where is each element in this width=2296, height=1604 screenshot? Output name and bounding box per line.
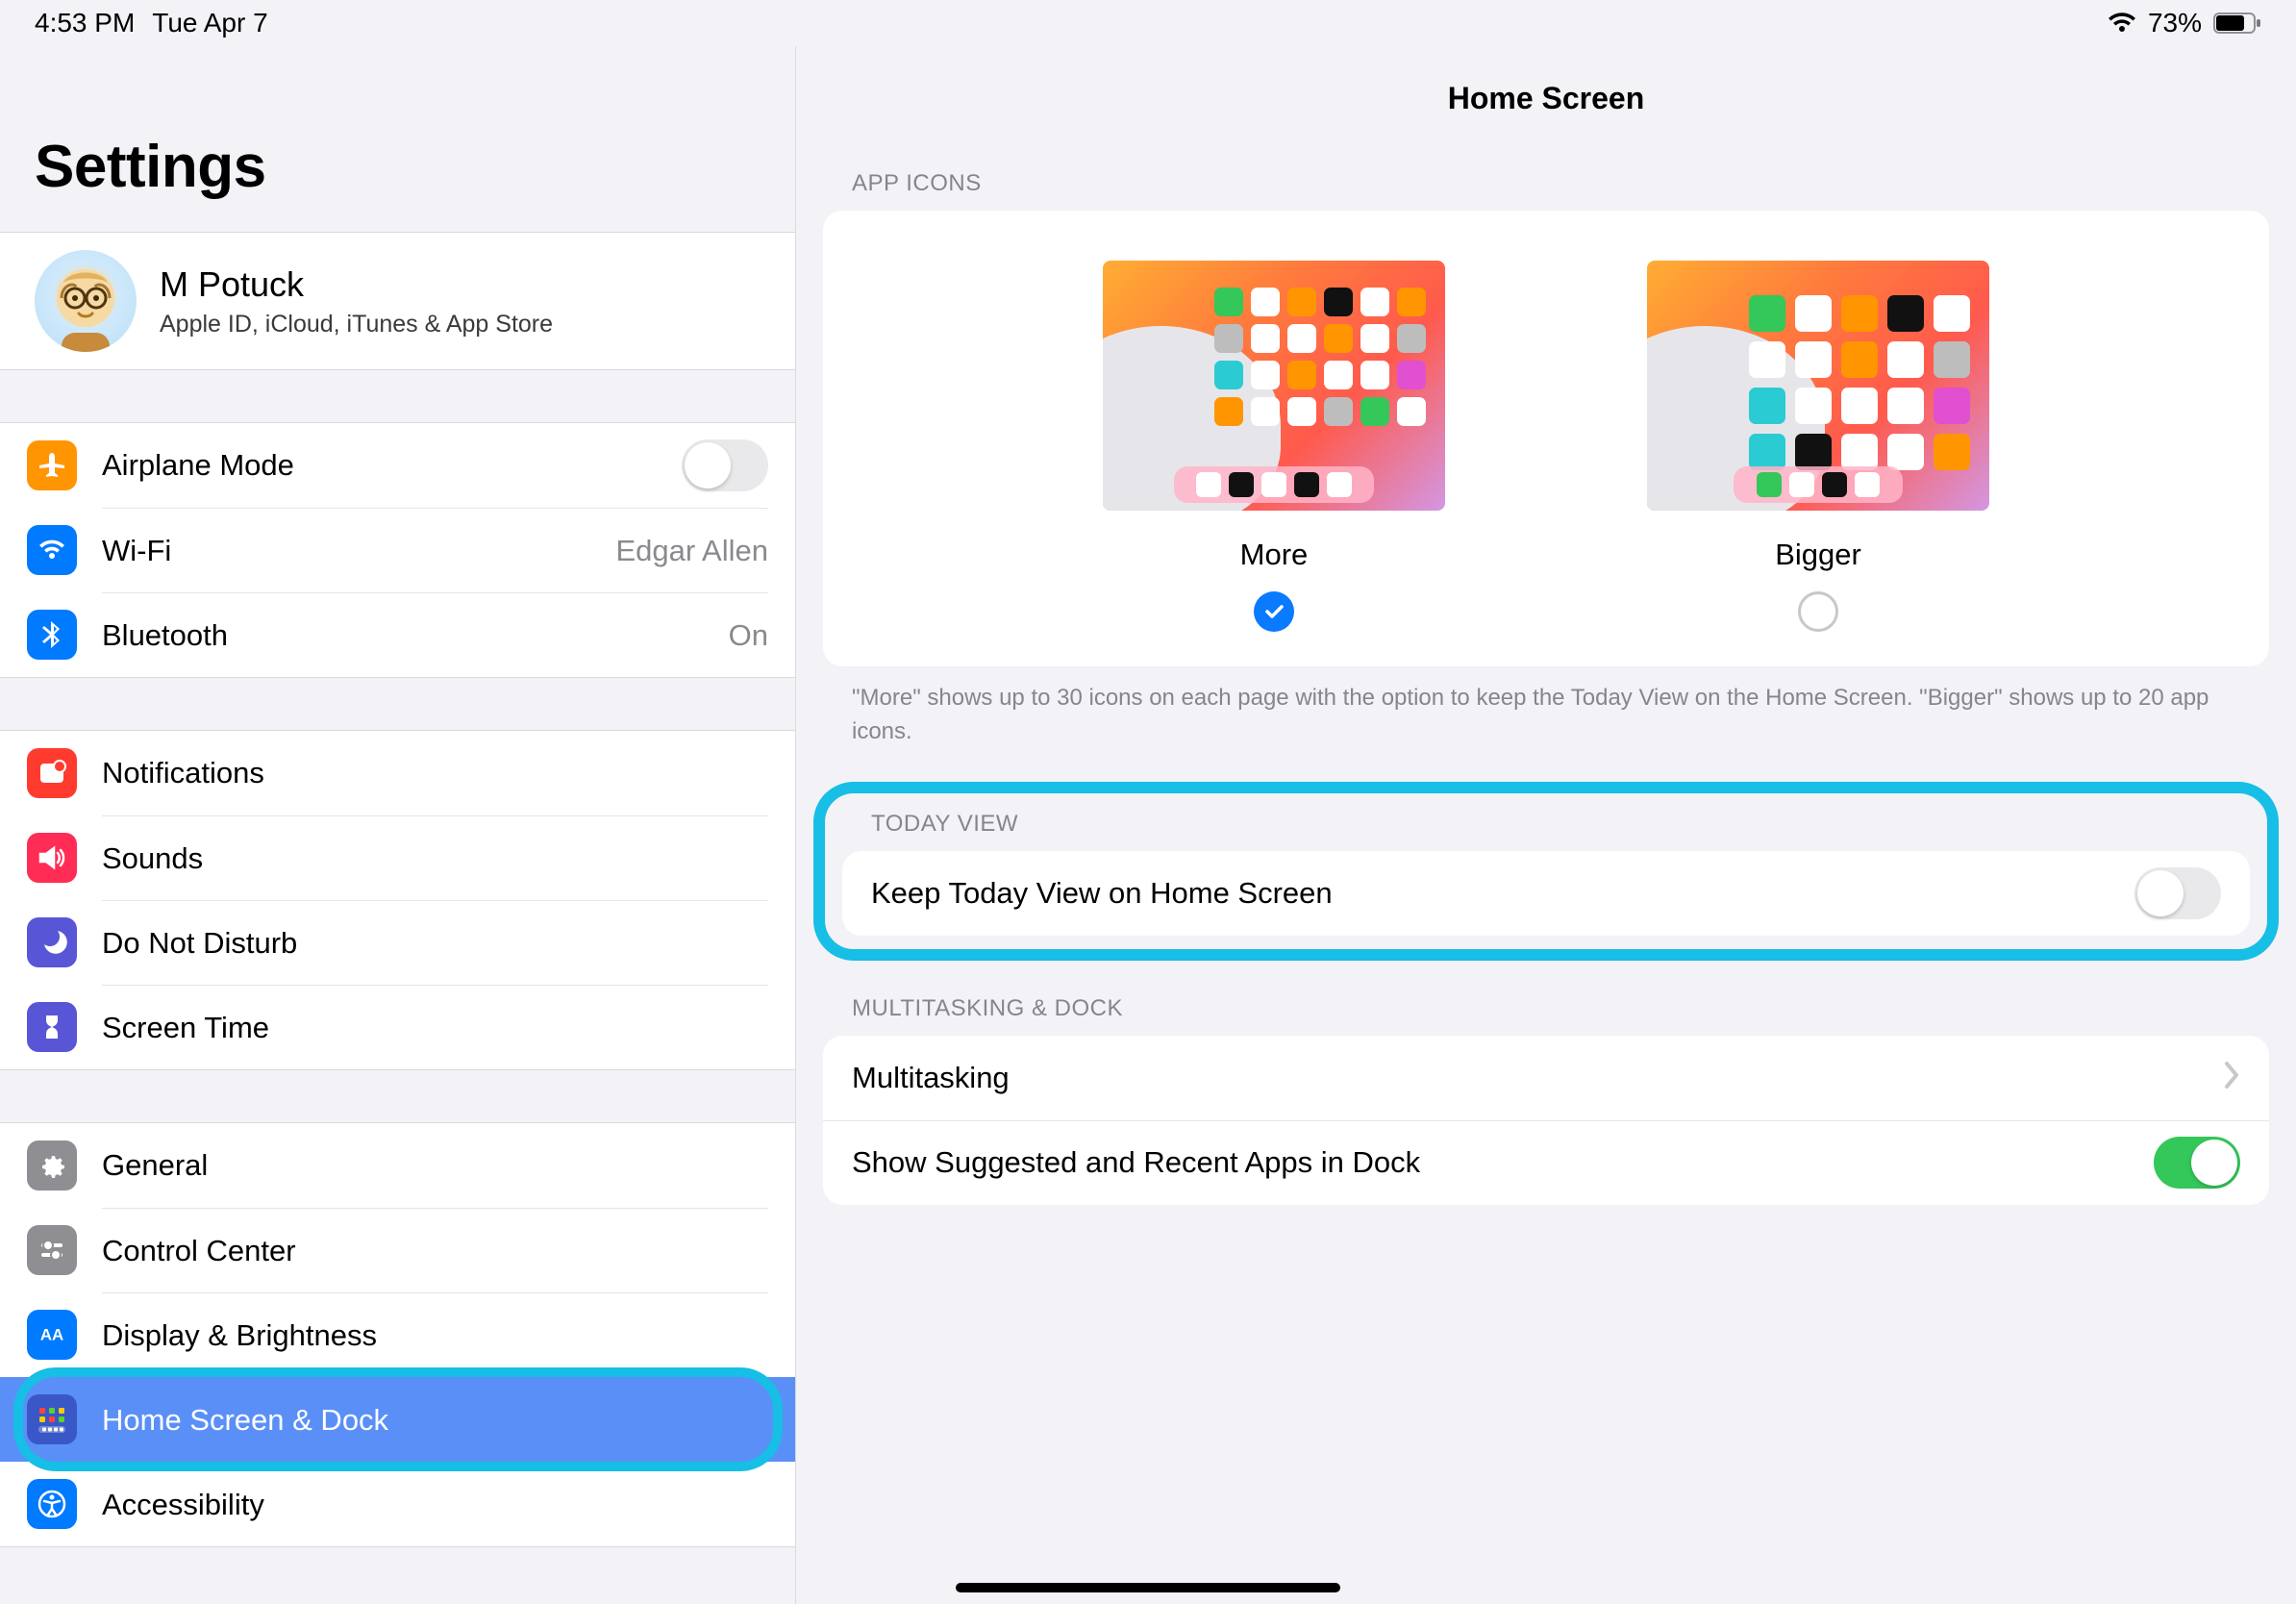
section-header-multitasking: MULTITASKING & DOCK — [796, 995, 2296, 1036]
airplane-icon — [27, 440, 77, 490]
status-date: Tue Apr 7 — [152, 8, 267, 38]
sidebar-item-bluetooth[interactable]: Bluetooth On — [0, 592, 795, 677]
sidebar-group-alerts: Notifications Sounds Do Not Disturb Scre… — [0, 730, 795, 1070]
sidebar-item-display-brightness[interactable]: AA Display & Brightness — [0, 1292, 795, 1377]
page-title: Settings — [0, 46, 795, 232]
row-label: Multitasking — [852, 1061, 2223, 1095]
app-icons-card: More Bigger — [823, 211, 2269, 666]
row-label: General — [102, 1148, 768, 1183]
row-label: Display & Brightness — [102, 1318, 768, 1353]
display-brightness-icon: AA — [27, 1310, 77, 1360]
sidebar-item-home-screen-dock[interactable]: Home Screen & Dock — [0, 1377, 795, 1462]
row-label: Accessibility — [102, 1488, 768, 1522]
sidebar-group-general: General Control Center AA Display & Brig… — [0, 1122, 795, 1547]
home-screen-dock-icon — [27, 1394, 77, 1444]
app-icons-footer: "More" shows up to 30 icons on each page… — [796, 666, 2296, 782]
account-row[interactable]: M Potuck Apple ID, iCloud, iTunes & App … — [0, 232, 795, 370]
option-label: Bigger — [1775, 538, 1861, 572]
status-bar: 4:53 PM Tue Apr 7 73% — [0, 0, 2296, 46]
settings-sidebar: Settings M Potuck Apple ID, iCloud, iTun… — [0, 46, 796, 1604]
sidebar-item-airplane-mode[interactable]: Airplane Mode — [0, 423, 795, 508]
detail-title: Home Screen — [796, 46, 2296, 170]
accessibility-icon — [27, 1479, 77, 1529]
row-label: Wi-Fi — [102, 534, 615, 568]
account-name: M Potuck — [160, 264, 553, 305]
sidebar-item-wifi[interactable]: Wi-Fi Edgar Allen — [0, 508, 795, 592]
row-label: Airplane Mode — [102, 448, 682, 483]
do-not-disturb-icon — [27, 917, 77, 967]
radio-bigger[interactable] — [1798, 591, 1838, 632]
highlight-annotation-today-view: TODAY VIEW Keep Today View on Home Scree… — [813, 782, 2279, 961]
row-keep-today-view[interactable]: Keep Today View on Home Screen — [842, 851, 2250, 936]
chevron-right-icon — [2223, 1061, 2240, 1094]
row-label: Do Not Disturb — [102, 926, 768, 961]
section-header-app-icons: APP ICONS — [796, 170, 2296, 211]
battery-icon — [2213, 12, 2261, 35]
dock-suggestions-toggle[interactable] — [2154, 1137, 2240, 1189]
row-label: Control Center — [102, 1234, 768, 1268]
preview-bigger — [1647, 261, 1989, 511]
notifications-icon — [27, 748, 77, 798]
row-label: Keep Today View on Home Screen — [871, 876, 2134, 911]
sidebar-item-do-not-disturb[interactable]: Do Not Disturb — [0, 900, 795, 985]
gear-icon — [27, 1140, 77, 1190]
today-view-card: Keep Today View on Home Screen — [842, 851, 2250, 936]
svg-text:AA: AA — [40, 1326, 63, 1344]
sidebar-item-screen-time[interactable]: Screen Time — [0, 985, 795, 1069]
section-header-today-view: TODAY VIEW — [833, 799, 2259, 851]
app-icons-option-bigger[interactable]: Bigger — [1647, 261, 1989, 632]
radio-more[interactable] — [1254, 591, 1294, 632]
row-value: Edgar Allen — [615, 534, 768, 568]
app-icons-option-more[interactable]: More — [1103, 261, 1445, 632]
sidebar-item-sounds[interactable]: Sounds — [0, 815, 795, 900]
sidebar-group-connectivity: Airplane Mode Wi-Fi Edgar Allen Bluetoot… — [0, 422, 795, 678]
sidebar-item-general[interactable]: General — [0, 1123, 795, 1208]
detail-pane: Home Screen APP ICONS More — [796, 46, 2296, 1604]
today-view-toggle[interactable] — [2134, 867, 2221, 919]
sounds-icon — [27, 833, 77, 883]
bluetooth-icon — [27, 610, 77, 660]
avatar — [35, 250, 137, 352]
row-label: Home Screen & Dock — [102, 1403, 768, 1438]
account-subtitle: Apple ID, iCloud, iTunes & App Store — [160, 311, 553, 338]
sidebar-item-control-center[interactable]: Control Center — [0, 1208, 795, 1292]
row-show-suggested-recent-apps[interactable]: Show Suggested and Recent Apps in Dock — [823, 1120, 2269, 1205]
row-label: Show Suggested and Recent Apps in Dock — [852, 1145, 2154, 1180]
sidebar-item-notifications[interactable]: Notifications — [0, 731, 795, 815]
screen-time-icon — [27, 1002, 77, 1052]
option-label: More — [1240, 538, 1309, 572]
home-indicator[interactable] — [956, 1583, 1340, 1592]
airplane-toggle[interactable] — [682, 439, 768, 491]
row-label: Sounds — [102, 841, 768, 876]
row-value: On — [729, 618, 768, 653]
row-multitasking[interactable]: Multitasking — [823, 1036, 2269, 1120]
control-center-icon — [27, 1225, 77, 1275]
wifi-icon — [27, 525, 77, 575]
preview-more — [1103, 261, 1445, 511]
row-label: Bluetooth — [102, 618, 729, 653]
multitasking-card: Multitasking Show Suggested and Recent A… — [823, 1036, 2269, 1205]
row-label: Notifications — [102, 756, 768, 790]
wifi-icon — [2108, 12, 2136, 35]
status-time: 4:53 PM — [35, 8, 135, 38]
sidebar-item-accessibility[interactable]: Accessibility — [0, 1462, 795, 1546]
row-label: Screen Time — [102, 1011, 768, 1045]
battery-percentage: 73% — [2148, 8, 2202, 38]
